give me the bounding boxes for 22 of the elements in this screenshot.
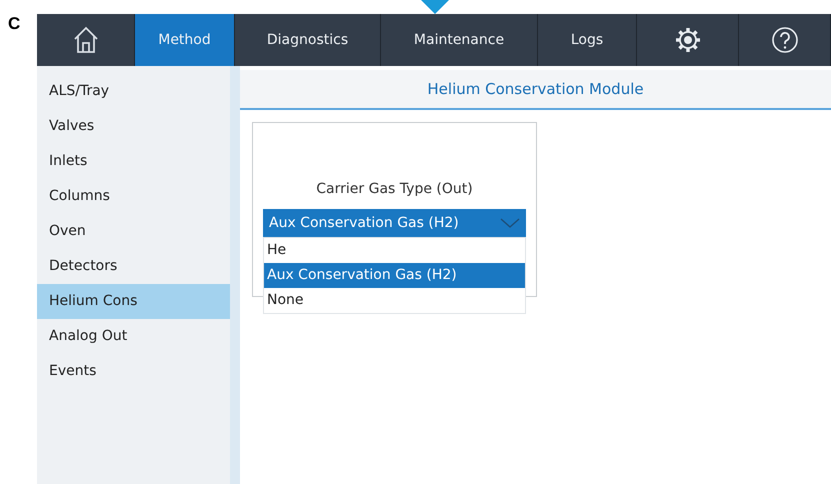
- sidebar-item[interactable]: Analog Out: [37, 319, 230, 354]
- sidebar-item[interactable]: Inlets: [37, 144, 230, 179]
- field-label: Carrier Gas Type (Out): [316, 181, 473, 197]
- sidebar-item[interactable]: ALS/Tray: [37, 74, 230, 109]
- pointer-icon: [421, 0, 449, 14]
- dropdown-option[interactable]: Aux Conservation Gas (H2): [264, 263, 525, 288]
- sidebar-item[interactable]: Events: [37, 354, 230, 389]
- sidebar-item[interactable]: Valves: [37, 109, 230, 144]
- home-icon: [72, 26, 98, 54]
- sidebar-item[interactable]: Helium Cons: [37, 284, 230, 319]
- sidebar-item[interactable]: Columns: [37, 179, 230, 214]
- menu-tab[interactable]: Method: [135, 14, 235, 66]
- dropdown[interactable]: Aux Conservation Gas (H2): [263, 209, 526, 237]
- settings-icon: [674, 26, 702, 54]
- dropdown-option[interactable]: None: [264, 288, 525, 313]
- sidebar-item[interactable]: Detectors: [37, 249, 230, 284]
- chevron-icon: [500, 218, 520, 228]
- sidebar-item[interactable]: Oven: [37, 214, 230, 249]
- panel-label: C: [8, 14, 20, 33]
- section-title: Helium Conservation Module: [427, 80, 644, 98]
- dropdown-option[interactable]: He: [264, 238, 525, 263]
- help-icon: [770, 26, 798, 54]
